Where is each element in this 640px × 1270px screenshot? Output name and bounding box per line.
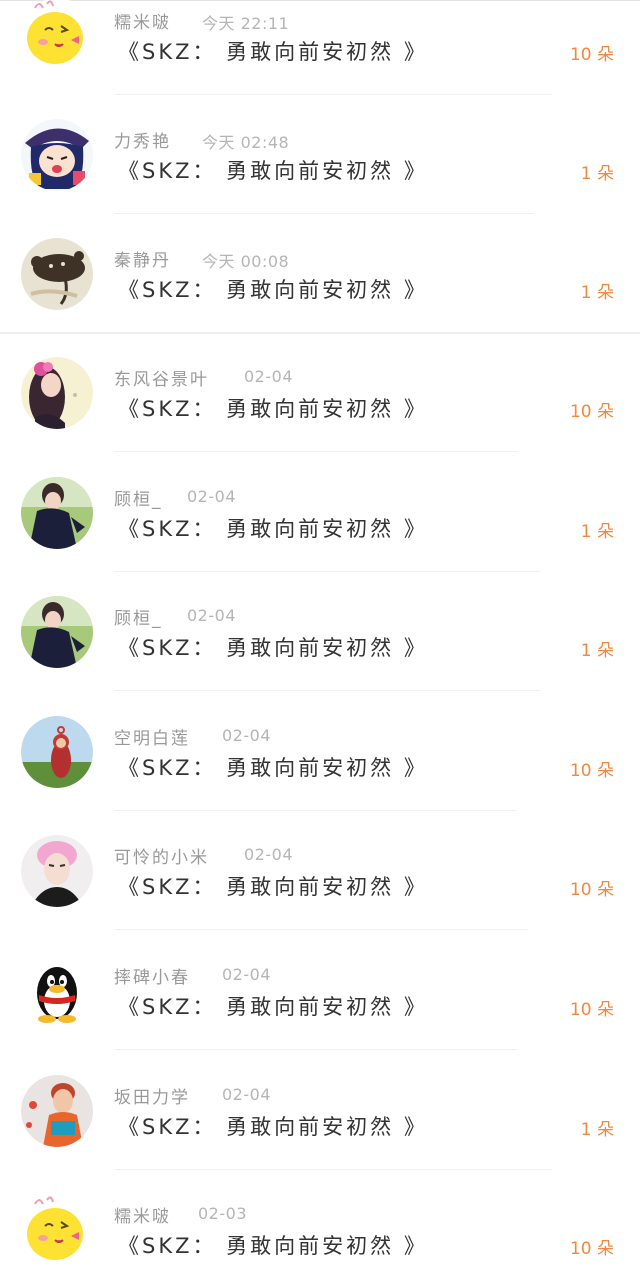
timestamp: 02-04 [222, 965, 271, 984]
list-item[interactable]: 糯米啵 02-03 《SKZ： 勇敢向前安初然 》 10 朵 [0, 1194, 640, 1270]
cartoon-girl-avatar[interactable] [21, 119, 93, 191]
chick-emoji-avatar[interactable] [21, 1194, 93, 1266]
timestamp: 今天 22:11 [202, 14, 290, 33]
username[interactable]: 坂田力学 [114, 1083, 190, 1108]
flower-quantity: 10 朵 [569, 1239, 614, 1259]
gift-title: 《SKZ： 勇敢向前安初然 》 [118, 40, 428, 64]
qq-penguin-avatar[interactable] [21, 955, 93, 1027]
gift-title: 《SKZ： 勇敢向前安初然 》 [118, 995, 428, 1019]
flower-quantity: 10 朵 [569, 1000, 614, 1020]
username[interactable]: 东风谷景叶 [114, 365, 209, 390]
gift-title: 《SKZ： 勇敢向前安初然 》 [118, 278, 428, 302]
list-item[interactable]: 顾桓_ 02-04 《SKZ： 勇敢向前安初然 》 1 朵 [0, 477, 640, 596]
row-divider [114, 929, 528, 930]
gift-title: 《SKZ： 勇敢向前安初然 》 [118, 636, 428, 660]
username[interactable]: 摔碑小春 [114, 963, 190, 988]
list-item[interactable]: 糯米啵 今天 22:11 《SKZ： 勇敢向前安初然 》 10 朵 [0, 0, 640, 119]
row-divider [114, 1169, 552, 1170]
list-item[interactable]: 东风谷景叶 02-04 《SKZ： 勇敢向前安初然 》 10 朵 [0, 357, 640, 476]
row-divider [114, 94, 552, 95]
teletubby-avatar[interactable] [21, 716, 93, 788]
list-item[interactable]: 空明白莲 02-04 《SKZ： 勇敢向前安初然 》 10 朵 [0, 716, 640, 835]
username[interactable]: 糯米啵 [114, 1202, 171, 1227]
gift-title: 《SKZ： 勇敢向前安初然 》 [118, 397, 428, 421]
row-divider [114, 213, 534, 214]
timestamp: 02-04 [244, 845, 293, 864]
flower-quantity: 10 朵 [569, 402, 614, 422]
username[interactable]: 空明白莲 [114, 724, 190, 749]
boy-photo-avatar[interactable] [21, 596, 93, 668]
gift-record-list: 糯米啵 今天 22:11 《SKZ： 勇敢向前安初然 》 10 朵 力秀艳 今天… [0, 0, 640, 1270]
list-item[interactable]: 可怜的小米 02-04 《SKZ： 勇敢向前安初然 》 10 朵 [0, 835, 640, 954]
gift-title: 《SKZ： 勇敢向前安初然 》 [118, 159, 428, 183]
list-item[interactable]: 坂田力学 02-04 《SKZ： 勇敢向前安初然 》 1 朵 [0, 1075, 640, 1194]
timestamp: 02-04 [187, 606, 236, 625]
gift-title: 《SKZ： 勇敢向前安初然 》 [118, 1115, 428, 1139]
username[interactable]: 糯米啵 [114, 8, 171, 33]
gift-title: 《SKZ： 勇敢向前安初然 》 [118, 517, 428, 541]
section-divider [0, 332, 640, 334]
timestamp: 今天 02:48 [202, 133, 290, 152]
timestamp: 02-04 [222, 1085, 271, 1104]
flower-quantity: 1 朵 [580, 522, 614, 542]
username[interactable]: 力秀艳 [114, 127, 171, 152]
flower-quantity: 1 朵 [580, 641, 614, 661]
gift-title: 《SKZ： 勇敢向前安初然 》 [118, 1234, 428, 1258]
kid-photo-avatar[interactable] [21, 1075, 93, 1147]
flower-quantity: 1 朵 [580, 164, 614, 184]
flower-quantity: 10 朵 [569, 880, 614, 900]
row-divider [114, 1049, 518, 1050]
gift-title: 《SKZ： 勇敢向前安初然 》 [118, 756, 428, 780]
list-item[interactable]: 摔碑小春 02-04 《SKZ： 勇敢向前安初然 》 10 朵 [0, 955, 640, 1074]
pink-hair-avatar[interactable] [21, 835, 93, 907]
timestamp: 02-04 [222, 726, 271, 745]
girl-flower-avatar[interactable] [21, 357, 93, 429]
list-item[interactable]: 顾桓_ 02-04 《SKZ： 勇敢向前安初然 》 1 朵 [0, 596, 640, 715]
username[interactable]: 可怜的小米 [114, 843, 209, 868]
timestamp: 02-04 [187, 487, 236, 506]
username[interactable]: 顾桓_ [114, 485, 163, 510]
username[interactable]: 顾桓_ [114, 604, 163, 629]
row-divider [114, 571, 540, 572]
boy-photo-avatar[interactable] [21, 477, 93, 549]
row-divider [114, 810, 516, 811]
flower-quantity: 10 朵 [569, 45, 614, 65]
list-item[interactable]: 力秀艳 今天 02:48 《SKZ： 勇敢向前安初然 》 1 朵 [0, 119, 640, 238]
row-divider [114, 690, 540, 691]
flower-quantity: 1 朵 [580, 1120, 614, 1140]
timestamp: 02-03 [198, 1204, 247, 1223]
gift-title: 《SKZ： 勇敢向前安初然 》 [118, 875, 428, 899]
username[interactable]: 秦静丹 [114, 246, 171, 271]
chick-emoji-avatar[interactable] [21, 0, 93, 70]
flower-quantity: 1 朵 [580, 283, 614, 303]
list-item[interactable]: 秦静丹 今天 00:08 《SKZ： 勇敢向前安初然 》 1 朵 [0, 238, 640, 357]
row-divider [114, 451, 518, 452]
timestamp: 02-04 [244, 367, 293, 386]
flower-quantity: 10 朵 [569, 761, 614, 781]
rat-photo-avatar[interactable] [21, 238, 93, 310]
timestamp: 今天 00:08 [202, 252, 290, 271]
